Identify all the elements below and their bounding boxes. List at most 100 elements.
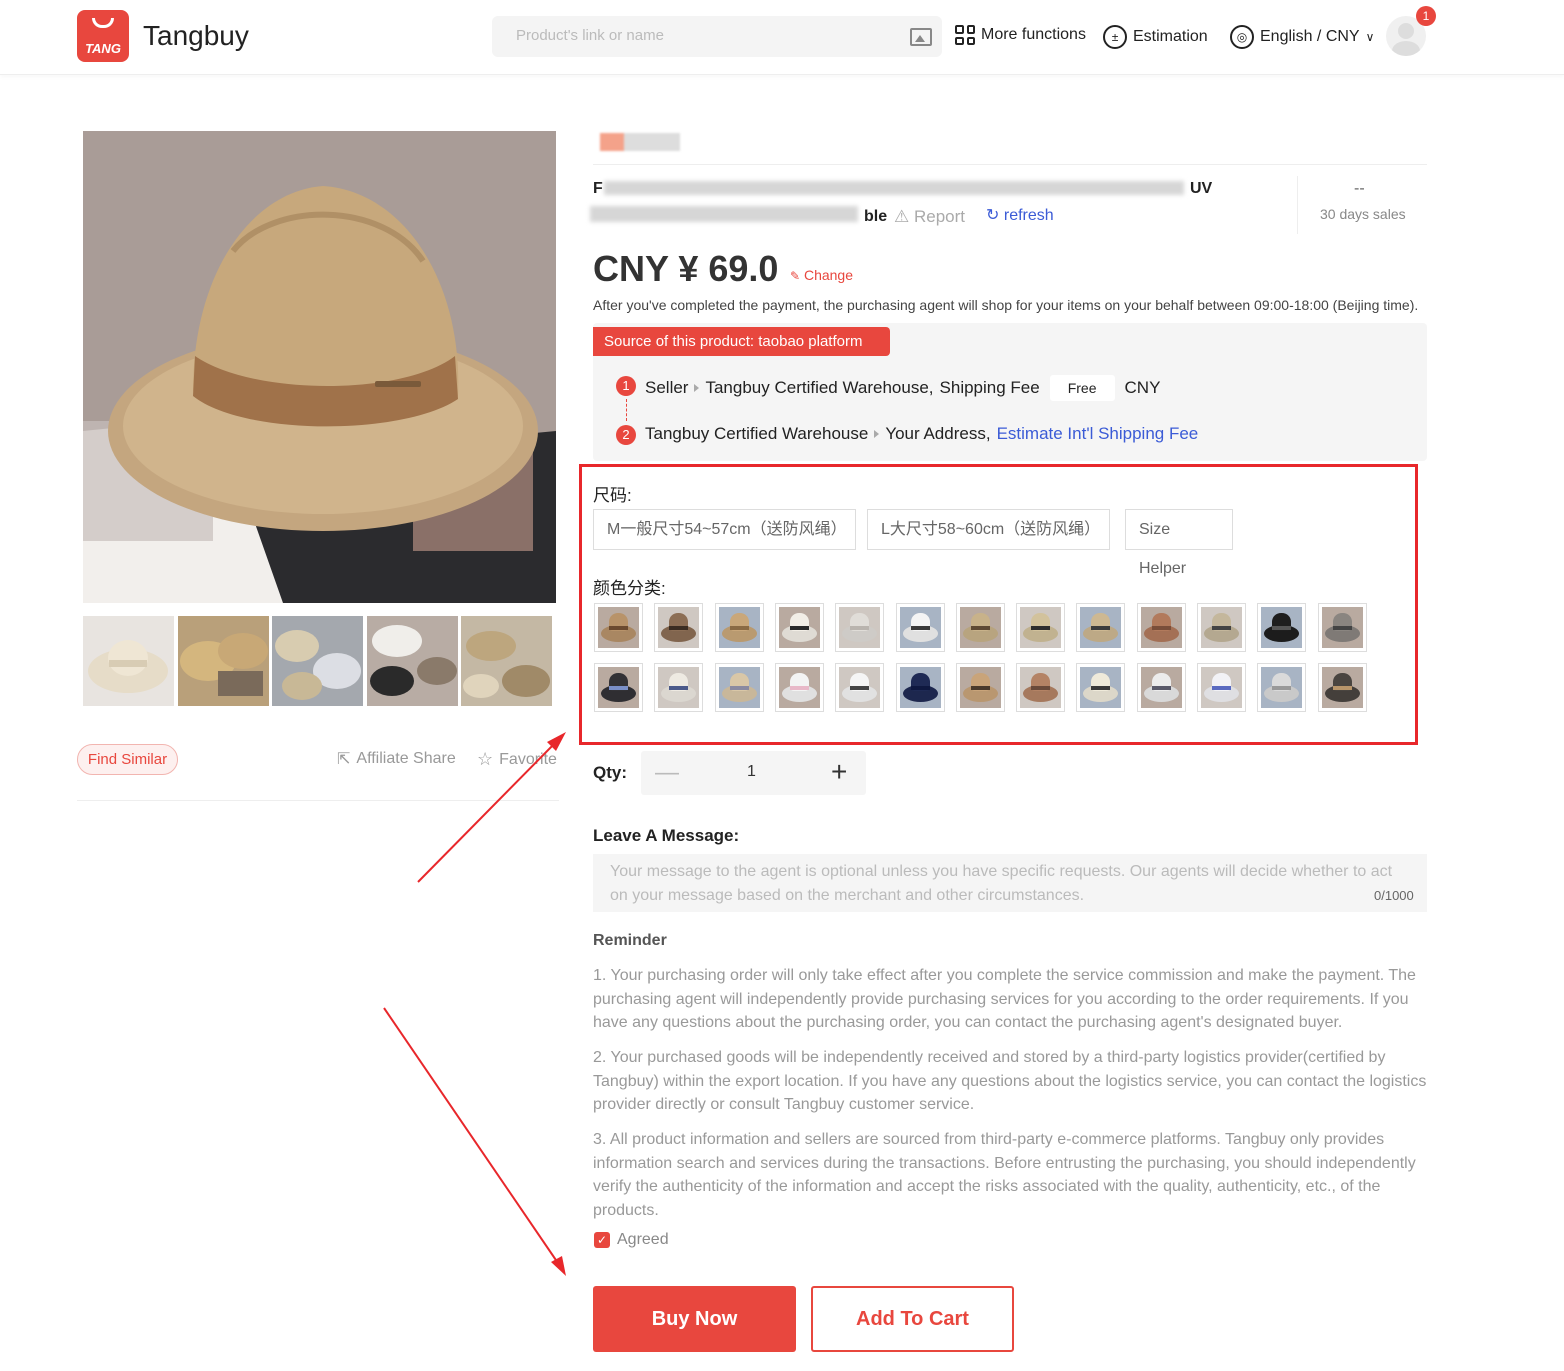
color-swatch-12[interactable]: [1257, 603, 1307, 652]
report-label: Report: [913, 207, 966, 226]
color-swatch-13[interactable]: [1317, 603, 1367, 652]
notification-badge: 1: [1416, 6, 1436, 26]
reminder-title: Reminder: [593, 932, 667, 949]
hat-thumbnail-icon: [1140, 667, 1182, 708]
product-title-line2-end: ble: [864, 208, 888, 225]
color-swatch-5[interactable]: [835, 603, 885, 652]
hat-thumbnail-icon: [839, 607, 881, 648]
color-swatch-1[interactable]: [594, 603, 643, 652]
color-swatch-22[interactable]: [1076, 663, 1126, 712]
thumbnail-5[interactable]: [461, 616, 552, 706]
image-search-icon[interactable]: [910, 28, 932, 46]
message-label: Leave A Message:: [593, 826, 740, 845]
estimate-shipping-link[interactable]: Estimate Int'l Shipping Fee: [997, 424, 1199, 444]
hat-thumbnail-icon: [778, 667, 820, 708]
color-swatch-14[interactable]: [594, 663, 643, 712]
message-textarea[interactable]: Your message to the agent is optional un…: [593, 854, 1427, 912]
thumbnail-1[interactable]: [83, 616, 174, 706]
report-button[interactable]: ⚠ Report: [894, 207, 965, 227]
globe-icon: ◎: [1230, 25, 1254, 49]
thumbnail-4[interactable]: [367, 616, 458, 706]
hat-thumbnail-icon: [718, 667, 760, 708]
top-header: TANG Tangbuy Product's link or name More…: [0, 0, 1564, 75]
size-label: 尺码:: [593, 486, 632, 505]
color-swatch-18[interactable]: [835, 663, 885, 712]
hat-thumbnail-icon: [1080, 607, 1122, 648]
color-swatch-19[interactable]: [895, 663, 945, 712]
color-swatch-10[interactable]: [1136, 603, 1186, 652]
refresh-button[interactable]: ↻ refresh: [986, 205, 1054, 225]
reminder-item-1: 1. Your purchasing order will only take …: [593, 967, 1416, 1032]
brand-name[interactable]: Tangbuy: [143, 20, 249, 52]
color-swatch-4[interactable]: [774, 603, 824, 652]
hat-thumbnail-icon: [1201, 607, 1242, 648]
color-swatch-7[interactable]: [955, 603, 1005, 652]
color-swatch-24[interactable]: [1197, 663, 1246, 712]
color-swatch-11[interactable]: [1197, 603, 1246, 652]
share-icon: ⇱: [337, 751, 351, 768]
color-swatch-15[interactable]: [654, 663, 704, 712]
find-similar-button[interactable]: Find Similar: [77, 744, 178, 775]
seller-label: Seller: [645, 378, 689, 397]
qty-input[interactable]: 1: [747, 763, 756, 781]
size-option-l[interactable]: L大尺寸58~60cm（送防风绳）: [867, 509, 1110, 550]
product-title-end: UV: [1190, 180, 1213, 197]
hat-photo-illustration: [83, 131, 556, 603]
star-icon: ☆: [477, 749, 494, 769]
affiliate-share-button[interactable]: ⇱ Affiliate Share: [337, 749, 456, 769]
color-swatch-17[interactable]: [774, 663, 824, 712]
estimation-button[interactable]: ± Estimation: [1103, 25, 1208, 49]
thumbnail-3[interactable]: [272, 616, 363, 706]
change-label: Change: [803, 267, 853, 283]
size-option-m[interactable]: M一般尺寸54~57cm（送防风绳）: [593, 509, 856, 550]
color-swatch-26[interactable]: [1317, 663, 1367, 712]
hat-thumbnail-icon: [899, 667, 941, 708]
agreed-checkbox[interactable]: ✓: [594, 1232, 610, 1248]
warehouse-label: Tangbuy Certified Warehouse,: [705, 378, 934, 397]
color-swatch-2[interactable]: [654, 603, 704, 652]
affiliate-share-label: Affiliate Share: [356, 750, 456, 767]
buy-now-button[interactable]: Buy Now: [593, 1286, 796, 1352]
color-swatch-6[interactable]: [895, 603, 945, 652]
grid-icon: [955, 25, 975, 45]
thumbnail-image: [367, 616, 458, 706]
product-price: CNY ¥ 69.0: [593, 248, 779, 289]
hat-thumbnail-icon: [658, 667, 700, 708]
tangbuy-logo-icon[interactable]: TANG: [77, 10, 129, 62]
main-product-image[interactable]: [83, 131, 556, 603]
hat-thumbnail-icon: [1261, 607, 1303, 648]
color-swatch-9[interactable]: [1076, 603, 1126, 652]
size-helper-button[interactable]: Size Helper: [1125, 509, 1233, 577]
qty-decrease-button[interactable]: —: [655, 759, 679, 787]
color-swatch-25[interactable]: [1257, 663, 1307, 712]
shipping-step-2: Tangbuy Certified Warehouse Your Address…: [645, 424, 1198, 444]
favorite-label: Favorite: [499, 750, 557, 768]
language-currency-selector[interactable]: ◎ English / CNY ∨: [1230, 25, 1374, 49]
color-swatch-8[interactable]: [1016, 603, 1066, 652]
search-input[interactable]: Product's link or name: [516, 27, 664, 44]
change-currency-button[interactable]: ✎ Change: [790, 267, 853, 283]
more-functions-label: More functions: [981, 26, 1086, 43]
search-bar[interactable]: Product's link or name: [492, 16, 942, 57]
more-functions-button[interactable]: More functions: [955, 25, 1086, 45]
favorite-button[interactable]: ☆ Favorite: [477, 749, 557, 770]
color-swatch-21[interactable]: [1016, 663, 1066, 712]
reminder-item-3: 3. All product information and sellers a…: [593, 1131, 1416, 1219]
arrowhead-icon: [551, 1256, 566, 1276]
color-swatch-16[interactable]: [714, 663, 764, 712]
color-swatch-20[interactable]: [955, 663, 1005, 712]
hat-thumbnail-icon: [959, 667, 1001, 708]
color-swatch-23[interactable]: [1136, 663, 1186, 712]
warehouse-label: Tangbuy Certified Warehouse: [645, 424, 869, 443]
step-number-1: 1: [616, 376, 636, 396]
thumbnail-2[interactable]: [178, 616, 269, 706]
shipping-fee-value: Free: [1049, 375, 1115, 401]
add-to-cart-button[interactable]: Add To Cart: [811, 1286, 1014, 1352]
color-swatch-3[interactable]: [714, 603, 764, 652]
qty-increase-button[interactable]: +: [831, 756, 847, 788]
quantity-stepper[interactable]: — 1 +: [641, 751, 866, 795]
warning-icon: ⚠: [894, 207, 910, 226]
shopping-bag-icon: [92, 18, 114, 28]
arrow-right-icon: [874, 430, 880, 438]
hat-thumbnail-icon: [1020, 607, 1062, 648]
